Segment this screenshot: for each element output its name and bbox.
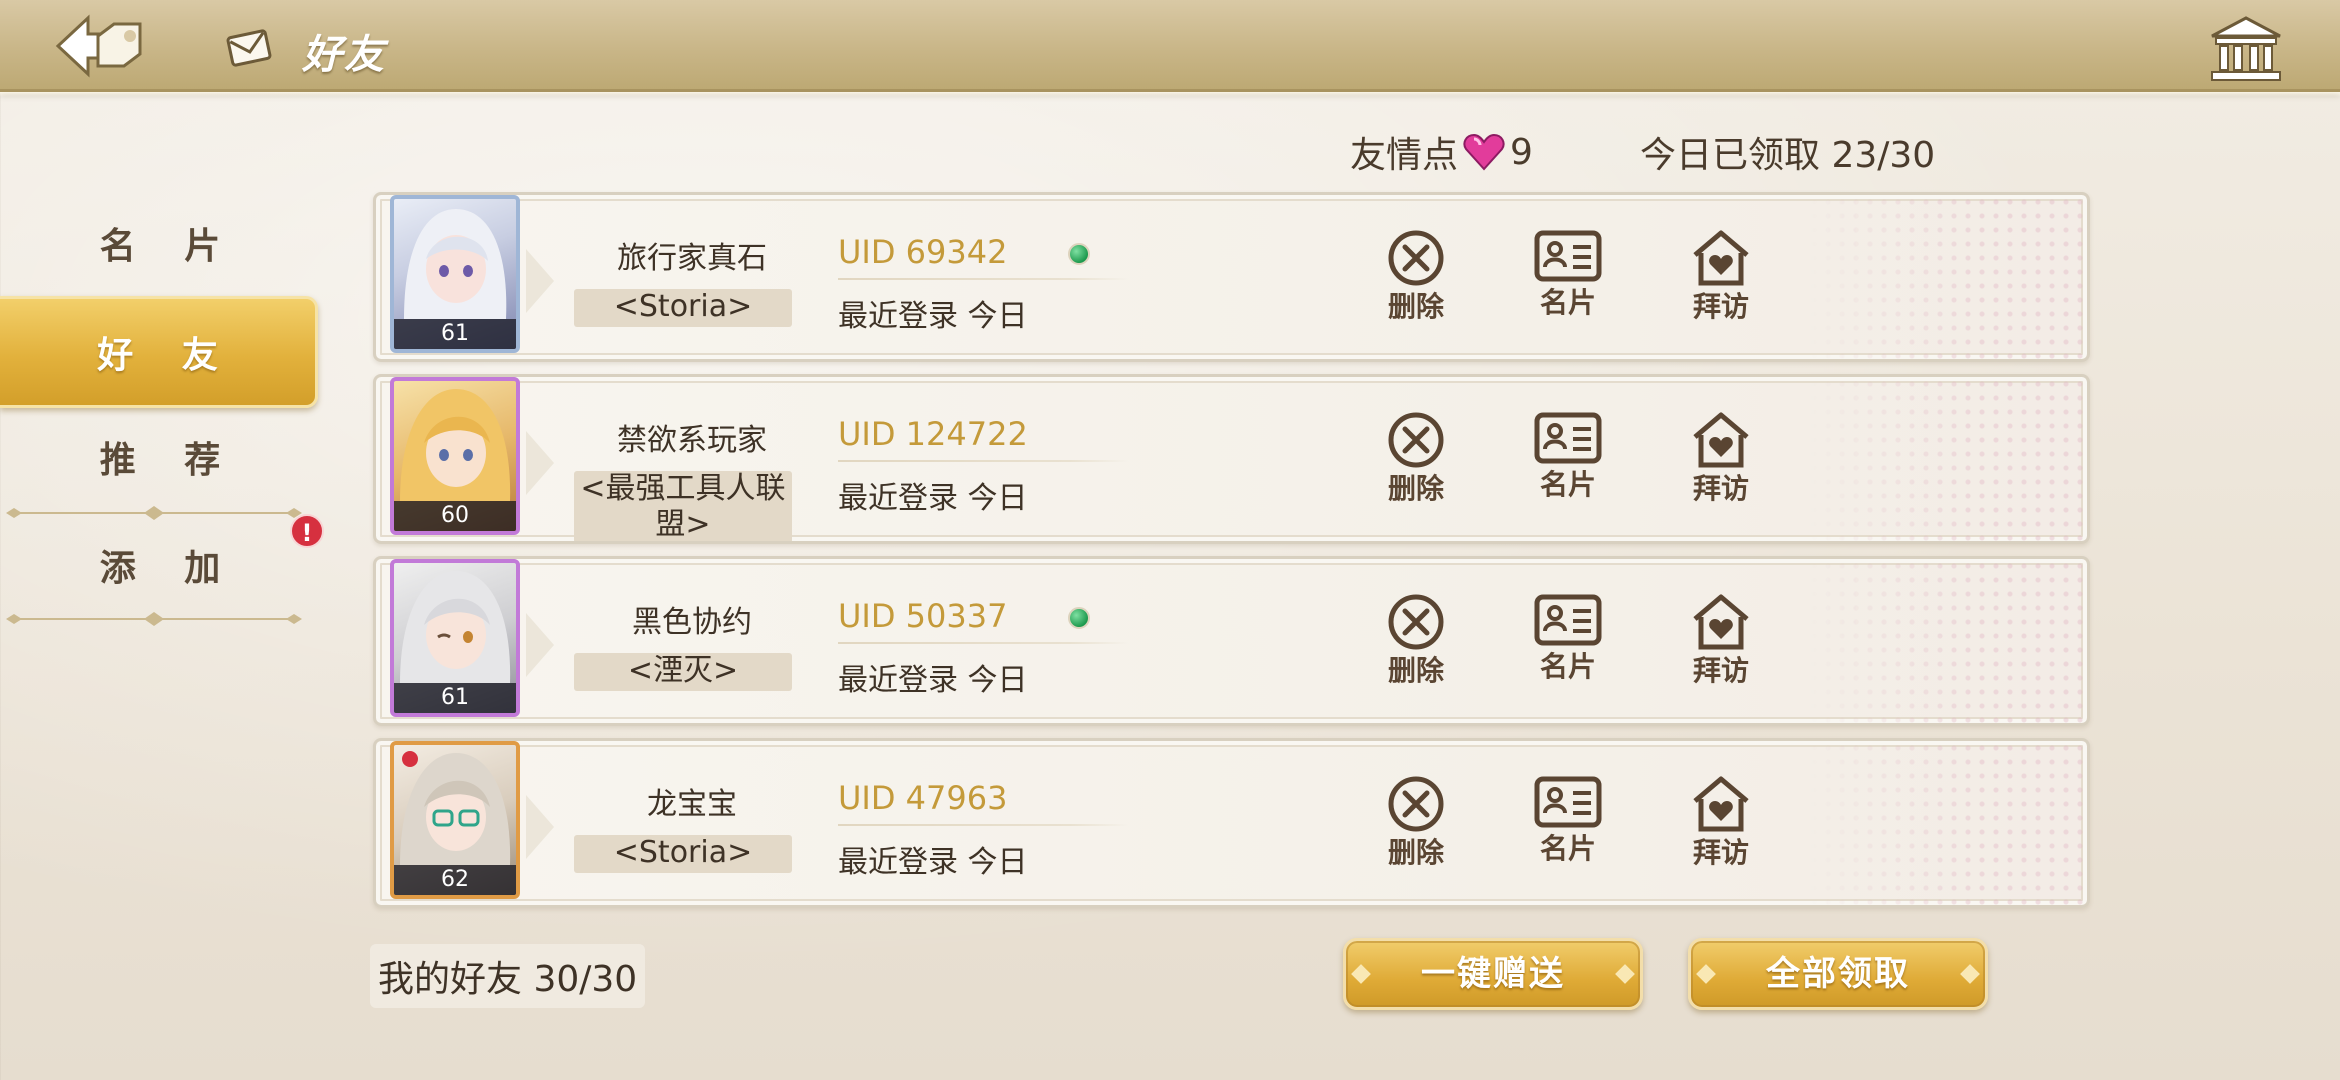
- last-login: 最近登录 今日: [838, 481, 1028, 516]
- delete-x-icon: [1388, 776, 1444, 832]
- sidebar-divider: [6, 506, 302, 520]
- friend-name: 龙宝宝: [647, 787, 737, 822]
- character-portrait: [404, 209, 507, 319]
- online-status-icon: [1068, 607, 1090, 629]
- online-status-icon: [1068, 243, 1090, 265]
- friend-guild: <Storia>: [574, 835, 792, 873]
- claim-all-button[interactable]: 全部领取: [1688, 938, 1988, 1010]
- friend-guild: <湮灭>: [574, 653, 792, 691]
- delete-button[interactable]: 删除: [1376, 229, 1456, 325]
- friend-avatar[interactable]: 62: [390, 741, 520, 899]
- friend-count: 我的好友 30/30: [370, 944, 646, 1008]
- delete-x-icon: [1388, 412, 1444, 468]
- avatar-level: 62: [394, 865, 516, 895]
- card-button[interactable]: 名片: [1528, 593, 1608, 685]
- friend-uid: UID 69342: [838, 233, 1008, 271]
- card-button[interactable]: 名片: [1528, 411, 1608, 503]
- friend-uid: UID 47963: [838, 779, 1008, 817]
- avatar-pointer: [526, 613, 554, 677]
- avatar-pointer: [526, 795, 554, 859]
- avatar-level: 61: [394, 683, 516, 713]
- friend-avatar[interactable]: 61: [390, 559, 520, 717]
- home-button[interactable]: [2208, 16, 2284, 82]
- character-portrait: [400, 389, 511, 501]
- card-button[interactable]: 名片: [1528, 229, 1608, 321]
- friend-name: 禁欲系玩家: [617, 423, 767, 458]
- avatar-level: 60: [394, 501, 516, 531]
- id-card-icon: [1534, 412, 1602, 464]
- friendship-value: 9: [1510, 131, 1533, 173]
- last-login: 最近登录 今日: [838, 663, 1028, 698]
- divider: [838, 278, 1128, 280]
- id-card-icon: [1534, 776, 1602, 828]
- card-button[interactable]: 名片: [1528, 775, 1608, 867]
- heart-gem-icon: [1463, 133, 1505, 171]
- delete-button[interactable]: 删除: [1376, 775, 1456, 871]
- back-arrow-icon: [55, 14, 142, 78]
- house-heart-icon: [1693, 594, 1749, 650]
- avatar-pointer: [526, 431, 554, 495]
- sidebar-divider: [6, 612, 302, 626]
- id-card-icon: [1534, 230, 1602, 282]
- friendship-label: 友情点: [1350, 135, 1459, 176]
- character-portrait: [400, 751, 511, 865]
- sidebar-item-recommend[interactable]: 推 荐: [0, 414, 320, 500]
- character-portrait: [400, 571, 511, 683]
- divider: [838, 642, 1128, 644]
- top-bar: 好友: [0, 0, 2340, 97]
- friend-avatar[interactable]: 60: [390, 377, 520, 535]
- page-title: 好友: [302, 32, 386, 78]
- alert-badge: !: [290, 514, 324, 548]
- avatar-level: 61: [394, 319, 516, 349]
- avatar-pointer: [526, 249, 554, 313]
- visit-button[interactable]: 拜访: [1681, 229, 1761, 325]
- send-all-button[interactable]: 一键赠送: [1343, 938, 1643, 1010]
- sidebar-item-friends[interactable]: 好 友: [0, 296, 318, 408]
- back-button[interactable]: [54, 14, 146, 78]
- visit-button[interactable]: 拜访: [1681, 593, 1761, 689]
- visit-button[interactable]: 拜访: [1681, 411, 1761, 507]
- friend-guild: <最强工具人联盟>: [574, 471, 792, 541]
- divider: [838, 460, 1128, 462]
- house-heart-icon: [1693, 230, 1749, 286]
- house-heart-icon: [1693, 776, 1749, 832]
- id-card-icon: [1534, 594, 1602, 646]
- friend-name: 黑色协约: [632, 605, 752, 640]
- sidebar-item-add[interactable]: 添 加: [0, 522, 320, 608]
- friend-uid: UID 124722: [838, 415, 1028, 453]
- friend-card: 61 旅行家真石 <Storia> UID 69342 最近登录 今日 删除 名…: [373, 192, 2090, 362]
- friend-avatar[interactable]: 61: [390, 195, 520, 353]
- last-login: 最近登录 今日: [838, 845, 1028, 880]
- visit-button[interactable]: 拜访: [1681, 775, 1761, 871]
- delete-button[interactable]: 删除: [1376, 411, 1456, 507]
- friend-name: 旅行家真石: [617, 241, 767, 276]
- home-icon: [2211, 16, 2281, 81]
- friend-card: 61 黑色协约 <湮灭> UID 50337 最近登录 今日 删除 名片 拜访: [373, 556, 2090, 726]
- sidebar-item-card[interactable]: 名 片: [0, 200, 320, 286]
- friend-uid: UID 50337: [838, 597, 1008, 635]
- divider: [838, 824, 1128, 826]
- daily-claimed: 今日已领取 23/30: [1640, 135, 1936, 176]
- mail-icon: [226, 24, 272, 70]
- friend-guild: <Storia>: [574, 289, 792, 327]
- delete-x-icon: [1388, 594, 1444, 650]
- last-login: 最近登录 今日: [838, 299, 1028, 334]
- friend-card: 62 龙宝宝 <Storia> UID 47963 最近登录 今日 删除 名片 …: [373, 738, 2090, 908]
- delete-button[interactable]: 删除: [1376, 593, 1456, 689]
- friendship-points: 友情点 9: [1350, 126, 1533, 178]
- delete-x-icon: [1388, 230, 1444, 286]
- house-heart-icon: [1693, 412, 1749, 468]
- friend-card: 60 禁欲系玩家 <最强工具人联盟> UID 124722 最近登录 今日 删除…: [373, 374, 2090, 544]
